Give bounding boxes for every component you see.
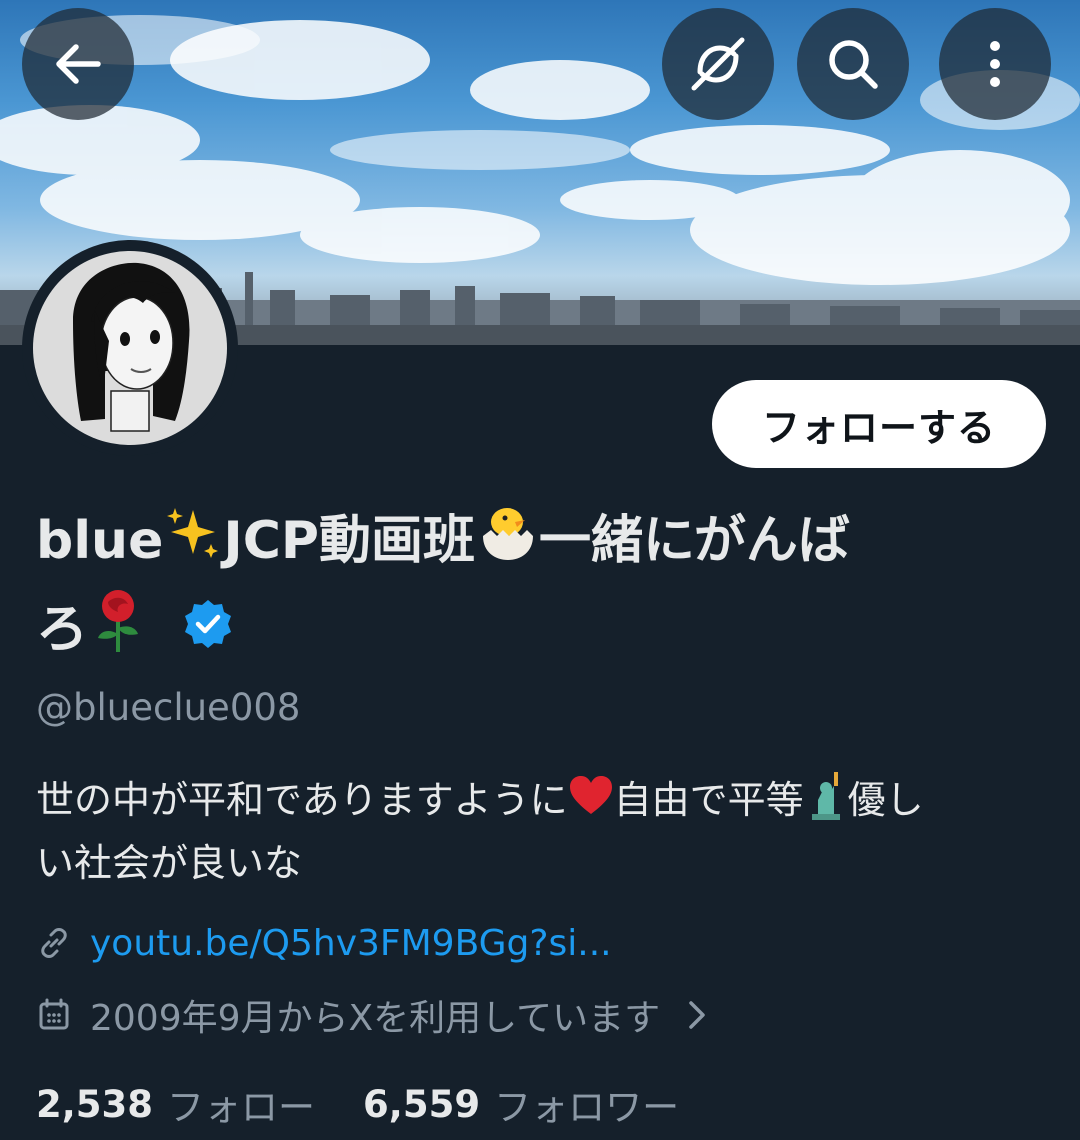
hatching-chick-emoji — [475, 500, 539, 588]
followers-label: フォロワー — [494, 1086, 680, 1129]
display-name-text: JCP動画班 — [223, 511, 475, 571]
back-arrow-icon — [56, 44, 101, 84]
avatar[interactable] — [22, 240, 238, 456]
profile-link-row: youtu.be/Q5hv3FM9BGg?si... — [36, 918, 612, 968]
bio-text: 世の中が平和でありますように — [36, 778, 568, 822]
following-stat[interactable]: 2,538 フォロー — [36, 1077, 315, 1131]
bio-text: 自由で平等 — [613, 778, 804, 822]
display-name-text: blue — [36, 511, 164, 571]
statue-of-liberty-emoji — [804, 770, 848, 835]
avatar-image — [33, 251, 227, 445]
joined-date: 2009年9月からXを利用しています — [90, 998, 661, 1039]
more-vertical-icon — [990, 41, 1000, 87]
follow-stats: 2,538 フォロー 6,559 フォロワー — [36, 1078, 727, 1130]
grok-button[interactable] — [662, 8, 774, 120]
sparkles-emoji — [163, 502, 223, 586]
chevron-right-icon — [689, 1001, 705, 1029]
more-button[interactable] — [939, 8, 1051, 120]
following-label: フォロー — [167, 1086, 316, 1129]
username-handle: @blueclue008 — [36, 686, 301, 729]
verified-badge-icon[interactable] — [182, 592, 234, 674]
display-name-text: 一緒にがんば — [538, 511, 850, 571]
followers-count: 6,559 — [363, 1082, 481, 1126]
profile-link[interactable]: youtu.be/Q5hv3FM9BGg?si... — [90, 923, 612, 964]
bio-text: い社会が良いな — [36, 841, 303, 885]
grok-icon — [691, 37, 745, 91]
link-icon — [41, 928, 67, 958]
search-icon — [829, 40, 878, 89]
followers-stat[interactable]: 6,559 フォロワー — [363, 1077, 679, 1131]
profile-bio: 世の中が平和でありますように 自由で平等 優し い社会が良いな — [36, 770, 1046, 891]
search-button[interactable] — [797, 8, 909, 120]
bio-text: 優し — [847, 778, 924, 822]
red-heart-emoji — [568, 774, 614, 831]
display-name: blue JCP動画班 一緒にがんば ろ — [36, 500, 1036, 678]
joined-date-row[interactable]: 2009年9月からXを利用しています — [36, 990, 712, 1040]
following-count: 2,538 — [36, 1082, 154, 1126]
follow-button[interactable]: フォローする — [712, 380, 1046, 468]
rose-emoji — [88, 588, 148, 678]
display-name-text: ろ — [36, 600, 89, 660]
back-button[interactable] — [22, 8, 134, 120]
calendar-icon — [39, 998, 69, 1030]
